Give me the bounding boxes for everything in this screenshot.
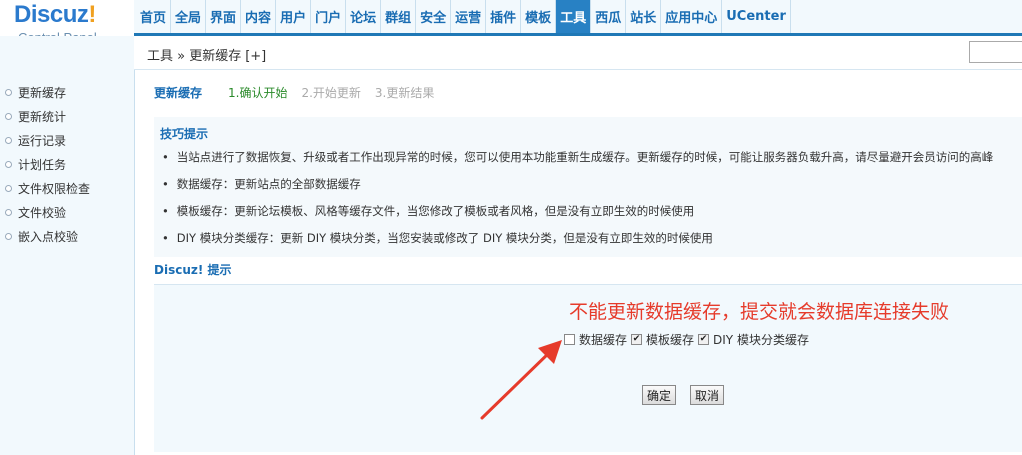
bullet-icon: • bbox=[162, 150, 169, 164]
annotation-text: 不能更新数据缓存，提交就会数据库连接失败 bbox=[569, 301, 950, 323]
cache-checkbox[interactable]: ✔ bbox=[631, 334, 643, 345]
tip-text: 数据缓存：更新站点的全部数据缓存 bbox=[176, 177, 361, 191]
tips-panel: 技巧提示 • 当站点进行了数据恢复、升级或者工作出现异常的时候，您可以使用本功能重… bbox=[154, 117, 1022, 257]
cancel-button[interactable]: 取消 bbox=[690, 385, 725, 405]
step-3: 3.更新结果 bbox=[374, 86, 435, 100]
confirm-button[interactable]: 确定 bbox=[642, 385, 677, 405]
step-indicator: 更新缓存 1.确认开始 2.开始更新 3.更新结果 bbox=[154, 84, 448, 101]
nav-tab-2[interactable]: 界面 bbox=[206, 0, 242, 33]
sidebar-item[interactable]: 计划任务 bbox=[0, 152, 134, 176]
bullet-circle-icon bbox=[5, 232, 12, 240]
sidebar-item[interactable]: 更新统计 bbox=[0, 104, 134, 128]
search-input[interactable] bbox=[969, 41, 1022, 63]
bullet-circle-icon bbox=[5, 208, 12, 216]
nav-tab-14[interactable]: 站长 bbox=[626, 0, 662, 33]
sidebar-item[interactable]: 更新缓存 bbox=[0, 80, 134, 104]
tip-text: 模板缓存：更新论坛模板、风格等缓存文件，当您修改了模板或者风格，但是没有立即生效… bbox=[176, 204, 695, 218]
sidebar-item[interactable]: 运行记录 bbox=[0, 128, 134, 152]
breadcrumb-bar: 工具 » 更新缓存 [+] bbox=[134, 36, 1022, 70]
sidebar-item-label: 运行记录 bbox=[18, 133, 67, 148]
tip-item: • 当站点进行了数据恢复、升级或者工作出现异常的时候，您可以使用本功能重新生成缓存… bbox=[162, 149, 1022, 176]
sidebar-item-label: 嵌入点校验 bbox=[18, 229, 79, 244]
cache-checkbox[interactable]: ✔ bbox=[698, 334, 710, 345]
nav-tab-7[interactable]: 群组 bbox=[381, 0, 417, 33]
tip-item: • 数据缓存：更新站点的全部数据缓存 bbox=[162, 176, 1022, 203]
nav-tab-16[interactable]: UCenter bbox=[722, 0, 791, 33]
annotation-arrow-icon bbox=[480, 340, 562, 420]
bullet-circle-icon bbox=[5, 160, 12, 168]
sidebar-item-label: 文件校验 bbox=[18, 205, 67, 220]
bullet-icon: • bbox=[162, 177, 169, 191]
nav-tab-0[interactable]: 首页 bbox=[136, 0, 172, 33]
sidebar-item-label: 更新统计 bbox=[18, 109, 67, 124]
nav-tab-13[interactable]: 西瓜 bbox=[591, 0, 627, 33]
nav-tab-1[interactable]: 全局 bbox=[171, 0, 207, 33]
tip-text: 当站点进行了数据恢复、升级或者工作出现异常的时候，您可以使用本功能重新生成缓存。… bbox=[176, 150, 994, 164]
nav-tab-4[interactable]: 用户 bbox=[276, 0, 312, 33]
nav-tab-11[interactable]: 模板 bbox=[521, 0, 557, 33]
sidebar-item[interactable]: 文件校验 bbox=[0, 200, 134, 224]
page-title: 更新缓存 bbox=[154, 86, 203, 100]
nav-tab-5[interactable]: 门户 bbox=[311, 0, 347, 33]
tips-title: 技巧提示 bbox=[160, 127, 209, 141]
nav-tab-12[interactable]: 工具 bbox=[556, 0, 592, 33]
logo-text: Discuz! bbox=[14, 1, 96, 28]
bullet-circle-icon bbox=[5, 112, 12, 120]
tip-text: DIY 模块分类缓存：更新 DIY 模块分类，当您安装或修改了 DIY 模块分类… bbox=[176, 231, 713, 245]
header: Discuz! Control Panel 首页全局界面内容用户门户论坛群组安全… bbox=[0, 0, 1022, 45]
nav-tab-6[interactable]: 论坛 bbox=[346, 0, 382, 33]
cache-option-label: DIY 模块分类缓存 bbox=[713, 333, 809, 347]
cache-options: 数据缓存 ✔ 模板缓存 ✔ DIY 模块分类缓存 bbox=[564, 331, 813, 348]
logo[interactable]: Discuz! Control Panel bbox=[0, 0, 134, 45]
sidebar-item-label: 计划任务 bbox=[18, 157, 67, 172]
sidebar: 更新缓存更新统计运行记录计划任务文件权限检查 文件校验嵌入点校验 bbox=[0, 70, 135, 455]
nav-tab-9[interactable]: 运营 bbox=[451, 0, 487, 33]
bullet-icon: • bbox=[162, 231, 169, 245]
bullet-circle-icon bbox=[5, 88, 12, 96]
bullet-icon: • bbox=[162, 204, 169, 218]
tip-item: • DIY 模块分类缓存：更新 DIY 模块分类，当您安装或修改了 DIY 模块分… bbox=[162, 230, 1022, 257]
nav-tab-15[interactable]: 应用中心 bbox=[661, 0, 723, 33]
step-1: 1.确认开始 bbox=[228, 86, 288, 100]
bullet-circle-icon bbox=[5, 136, 12, 144]
cache-option-label: 数据缓存 bbox=[579, 333, 628, 347]
cache-form: 不能更新数据缓存，提交就会数据库连接失败 数据缓存 ✔ 模板缓存 ✔ DIY 模块分类缓… bbox=[154, 284, 1022, 452]
sidebar-item[interactable]: 文件权限检查 bbox=[0, 176, 134, 200]
sidebar-item-label: 更新缓存 bbox=[18, 85, 67, 100]
step-2: 2.开始更新 bbox=[301, 86, 361, 100]
breadcrumb: 工具 » 更新缓存 [+] bbox=[147, 49, 267, 64]
sidebar-item-label: 文件权限检查 bbox=[18, 181, 91, 196]
nav-tab-10[interactable]: 插件 bbox=[486, 0, 522, 33]
sidebar-item[interactable]: 嵌入点校验 bbox=[0, 224, 134, 248]
tip-item: • 模板缓存：更新论坛模板、风格等缓存文件，当您修改了模板或者风格，但是没有立即生… bbox=[162, 203, 1022, 230]
bullet-circle-icon bbox=[5, 184, 12, 192]
nav-tab-8[interactable]: 安全 bbox=[416, 0, 452, 33]
top-navigation: 首页 全局 界面 内容 用户 门户 论坛 群组 安全 运营 插件 模板 工具 西瓜 站长 应用中心 UCente… bbox=[134, 0, 1022, 36]
nav-tab-3[interactable]: 内容 bbox=[241, 0, 277, 33]
discuz-tip-title: Discuz! 提示 bbox=[154, 263, 232, 277]
cache-option-label: 模板缓存 bbox=[646, 333, 695, 347]
add-shortcut-link[interactable]: [+] bbox=[245, 49, 266, 64]
sidebar-header-spacer bbox=[0, 36, 134, 70]
